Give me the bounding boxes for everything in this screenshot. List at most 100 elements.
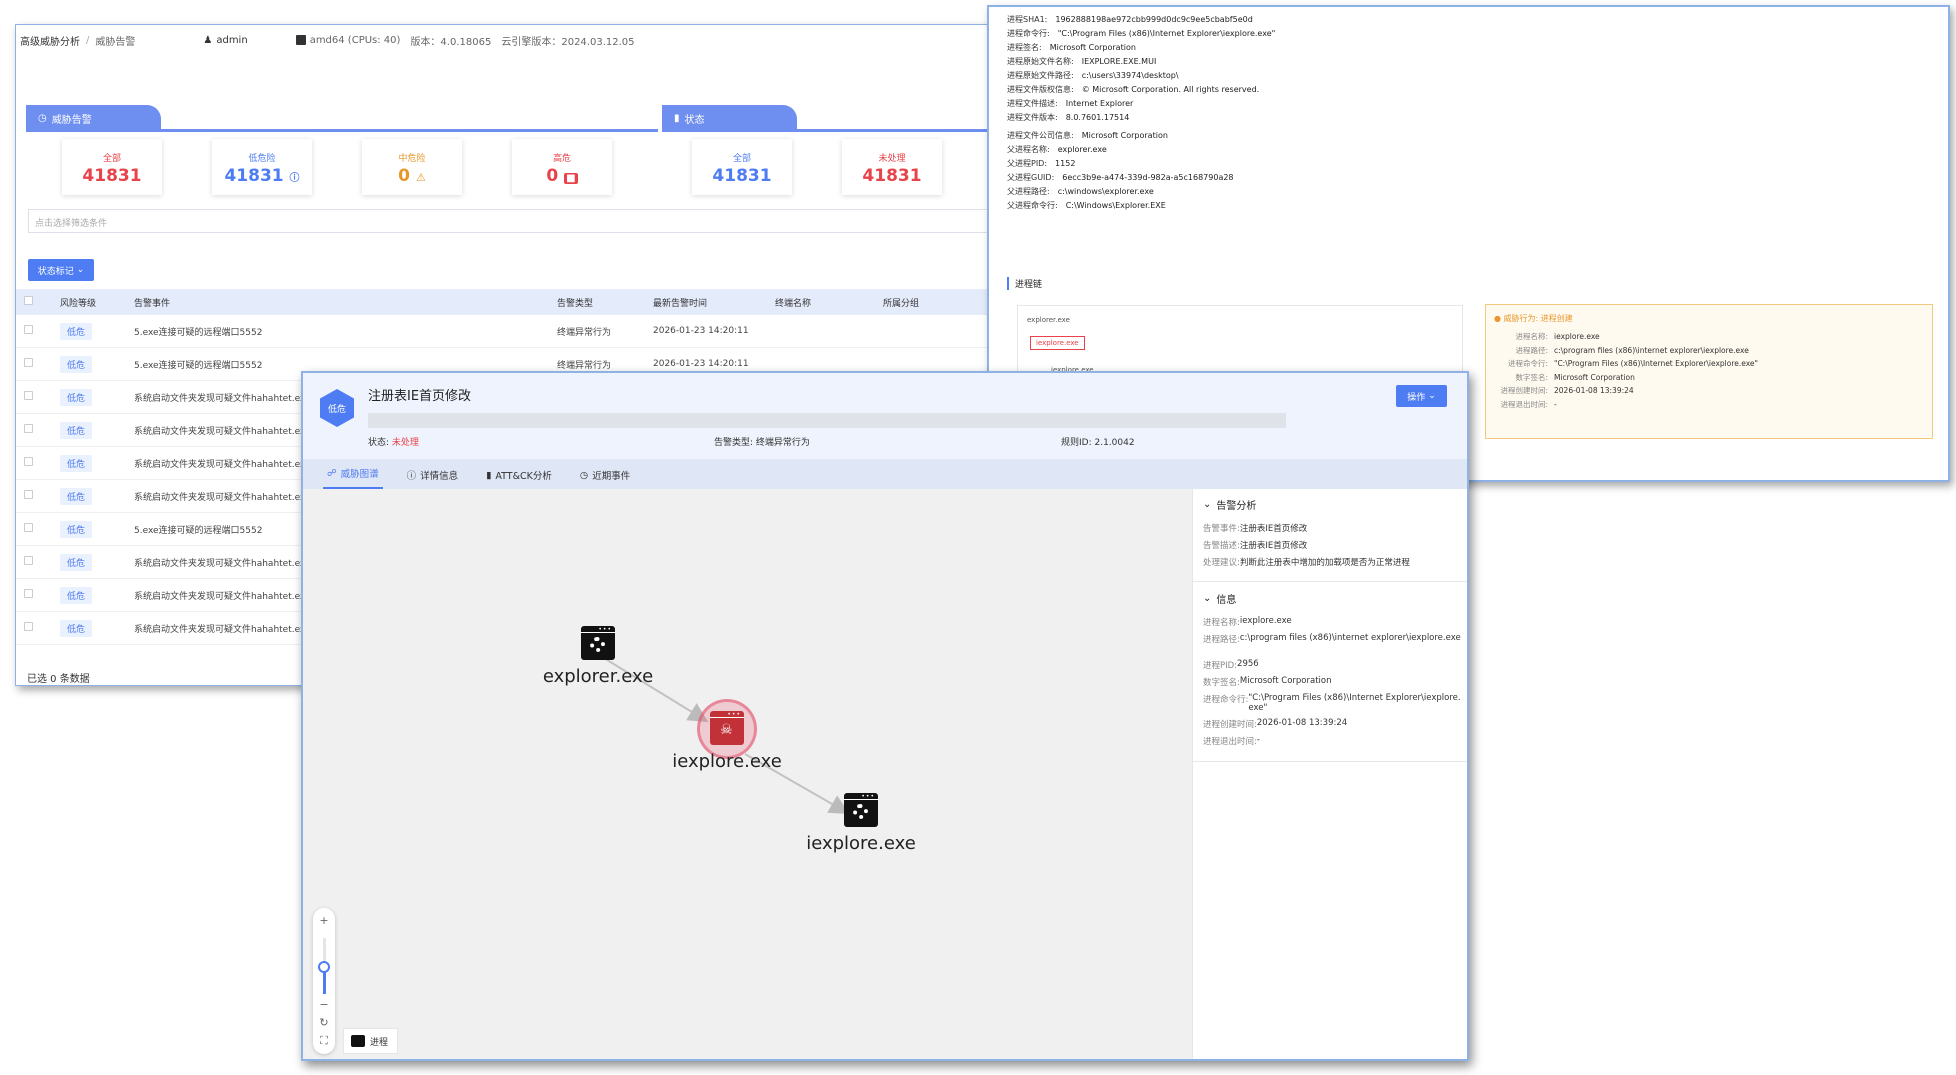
- zoom-slider-handle[interactable]: [318, 961, 330, 973]
- field-value: "C:\Program Files (x86)\Internet Explore…: [1248, 693, 1461, 713]
- card-low-risk[interactable]: 低危险 41831 ⓘ: [212, 139, 312, 195]
- card-label: 全部: [102, 154, 121, 164]
- field-key: 告警描述:: [1203, 541, 1240, 551]
- redacted-bar: [368, 413, 1286, 428]
- risk-tag: 低危: [60, 421, 93, 439]
- threat-graph-canvas[interactable]: ••• explorer.exe ••• ☠ iexplore.exe ••• i…: [303, 489, 1192, 1059]
- col-terminal[interactable]: 终端名称: [775, 296, 883, 309]
- table-row[interactable]: 低危 5.exe连接可疑的远程端口5552 终端异常行为 2026-01-23 14:…: [16, 315, 992, 348]
- breadcrumb-root[interactable]: 高级威胁分析: [20, 33, 80, 48]
- col-event[interactable]: 告警事件: [134, 296, 557, 309]
- row-checkbox[interactable]: [24, 622, 33, 631]
- zoom-out-button[interactable]: −: [313, 998, 335, 1011]
- card-status-unhandled[interactable]: 未处理 41831: [842, 139, 942, 195]
- col-type[interactable]: 告警类型: [557, 296, 653, 309]
- danger-icon: ■: [564, 173, 578, 184]
- field-value: Microsoft Corporation: [1554, 372, 1635, 382]
- risk-tag: 低危: [60, 388, 93, 406]
- row-event: 5.exe连接可疑的远程端口5552: [134, 360, 263, 371]
- row-checkbox[interactable]: [24, 589, 33, 598]
- tab-attck[interactable]: ▮ ATT&CK分析: [482, 468, 556, 489]
- card-label: 高危: [552, 154, 571, 164]
- info-section-header[interactable]: ⌄ 信息: [1203, 591, 1236, 606]
- row-checkbox[interactable]: [24, 556, 33, 565]
- warning-icon: ⚠: [415, 171, 426, 184]
- section-underline: [662, 129, 992, 132]
- process-legend-icon: [351, 1035, 365, 1047]
- field-key: 数字签名:: [1515, 372, 1548, 382]
- row-checkbox[interactable]: [24, 490, 33, 499]
- threat-field: 进程名称: iexplore.exe: [1500, 331, 1600, 342]
- field-key: 父进程GUID:: [1007, 173, 1055, 182]
- col-time[interactable]: 最新告警时间: [653, 296, 775, 309]
- field-key: 进程退出时间:: [1500, 399, 1548, 409]
- rule-id: 规则ID: 2.1.0042: [1061, 438, 1135, 448]
- field-key: 告警事件:: [1203, 524, 1240, 534]
- graph-node-iexplore-malicious[interactable]: ••• ☠ iexplore.exe: [667, 711, 787, 772]
- section-threat-title: 威胁告警: [51, 114, 92, 126]
- row-checkbox[interactable]: [24, 358, 33, 367]
- row-checkbox[interactable]: [24, 523, 33, 532]
- field-key: 进程命令行:: [1507, 359, 1548, 368]
- process-icon: •••: [844, 793, 878, 827]
- row-checkbox[interactable]: [24, 457, 33, 466]
- card-high-risk[interactable]: 高危 0 ■: [512, 139, 612, 195]
- filter-input[interactable]: 点击选择筛选条件: [28, 209, 992, 233]
- fullscreen-icon[interactable]: ⛶: [313, 1034, 335, 1048]
- tab-details[interactable]: ⓘ 详情信息: [403, 468, 463, 489]
- process-field: 进程文件版本: 8.0.7601.17514: [1007, 112, 1129, 123]
- status-mark-button[interactable]: 状态标记 ⌄: [28, 259, 94, 281]
- row-checkbox[interactable]: [24, 391, 33, 400]
- process-field: 进程原始文件路径: c:\users\33974\desktop\: [1007, 70, 1179, 81]
- col-risk[interactable]: 风险等级: [60, 296, 134, 309]
- card-label: 中危险: [398, 154, 426, 164]
- zoom-in-button[interactable]: +: [313, 914, 335, 927]
- card-value: 41831: [712, 166, 772, 186]
- node-label: explorer.exe: [542, 666, 654, 687]
- table-header: 风险等级 告警事件 告警类型 最新告警时间 终端名称 所属分组: [16, 289, 992, 315]
- chain-node-current[interactable]: iexplore.exe: [1030, 336, 1085, 350]
- field-value: iexplore.exe: [1554, 332, 1600, 341]
- field-key: 进程名称:: [1203, 618, 1240, 628]
- analysis-section-header[interactable]: ⌄ 告警分析: [1203, 497, 1256, 512]
- operation-button[interactable]: 操作 ⌄: [1396, 385, 1447, 407]
- threat-field: 进程命令行: "C:\Program Files (x86)\Internet E…: [1500, 358, 1758, 369]
- section-underline: [26, 129, 658, 132]
- graph-node-explorer[interactable]: ••• explorer.exe: [538, 626, 658, 687]
- graph-edges: [598, 654, 850, 814]
- row-checkbox[interactable]: [24, 424, 33, 433]
- threat-behavior-title: ● 威胁行为: 进程创建: [1494, 313, 1573, 324]
- card-label: 低危险: [248, 154, 276, 164]
- threat-behavior-label: 威胁行为: 进程创建: [1503, 314, 1573, 323]
- field-value: "C:\Program Files (x86)\Internet Explore…: [1057, 29, 1276, 38]
- process-field: 父进程路径: c:\windows\explorer.exe: [1007, 186, 1154, 197]
- card-all[interactable]: 全部 41831: [62, 139, 162, 195]
- tab-recent-events[interactable]: ◷ 近期事件: [576, 468, 634, 489]
- graph-node-iexplore-child[interactable]: ••• iexplore.exe: [801, 793, 921, 854]
- tab-threat-graph[interactable]: ☍ 威胁图谱: [323, 466, 383, 489]
- row-checkbox[interactable]: [24, 325, 33, 334]
- card-value: 0: [546, 166, 559, 186]
- field-value: IEXPLORE.EXE.MUI: [1081, 57, 1157, 66]
- threat-graph-window: 低危 注册表IE首页修改 状态: 未处理 告警类型: 终端异常行为 规则ID: …: [301, 371, 1469, 1061]
- risk-tag: 低危: [60, 553, 93, 571]
- field-key: 进程命令行:: [1203, 695, 1249, 705]
- cloud-version-text: 云引擎版本：2024.03.12.05: [501, 36, 635, 48]
- col-group[interactable]: 所属分组: [883, 296, 983, 309]
- row-time: 2026-01-23 14:20:11: [653, 326, 749, 336]
- user-menu[interactable]: ♟ admin: [203, 35, 247, 46]
- tab-label: 威胁图谱: [340, 469, 379, 480]
- risk-tag: 低危: [60, 520, 93, 538]
- status-mark-label: 状态标记: [37, 266, 74, 277]
- reset-icon[interactable]: ↻: [313, 1016, 335, 1029]
- cpu-icon: [295, 35, 306, 45]
- field-key: 父进程名称:: [1007, 145, 1050, 154]
- version-text: 版本：4.0.18065: [410, 36, 492, 48]
- select-all-checkbox[interactable]: [24, 296, 33, 305]
- field-key: 进程名称:: [1515, 332, 1548, 341]
- chain-node-parent[interactable]: explorer.exe: [1022, 314, 1075, 326]
- field-key: 进程文件版本:: [1007, 113, 1058, 122]
- card-mid-risk[interactable]: 中危险 0 ⚠: [362, 139, 462, 195]
- field-key: 进程PID:: [1203, 661, 1238, 671]
- card-status-all[interactable]: 全部 41831: [692, 139, 792, 195]
